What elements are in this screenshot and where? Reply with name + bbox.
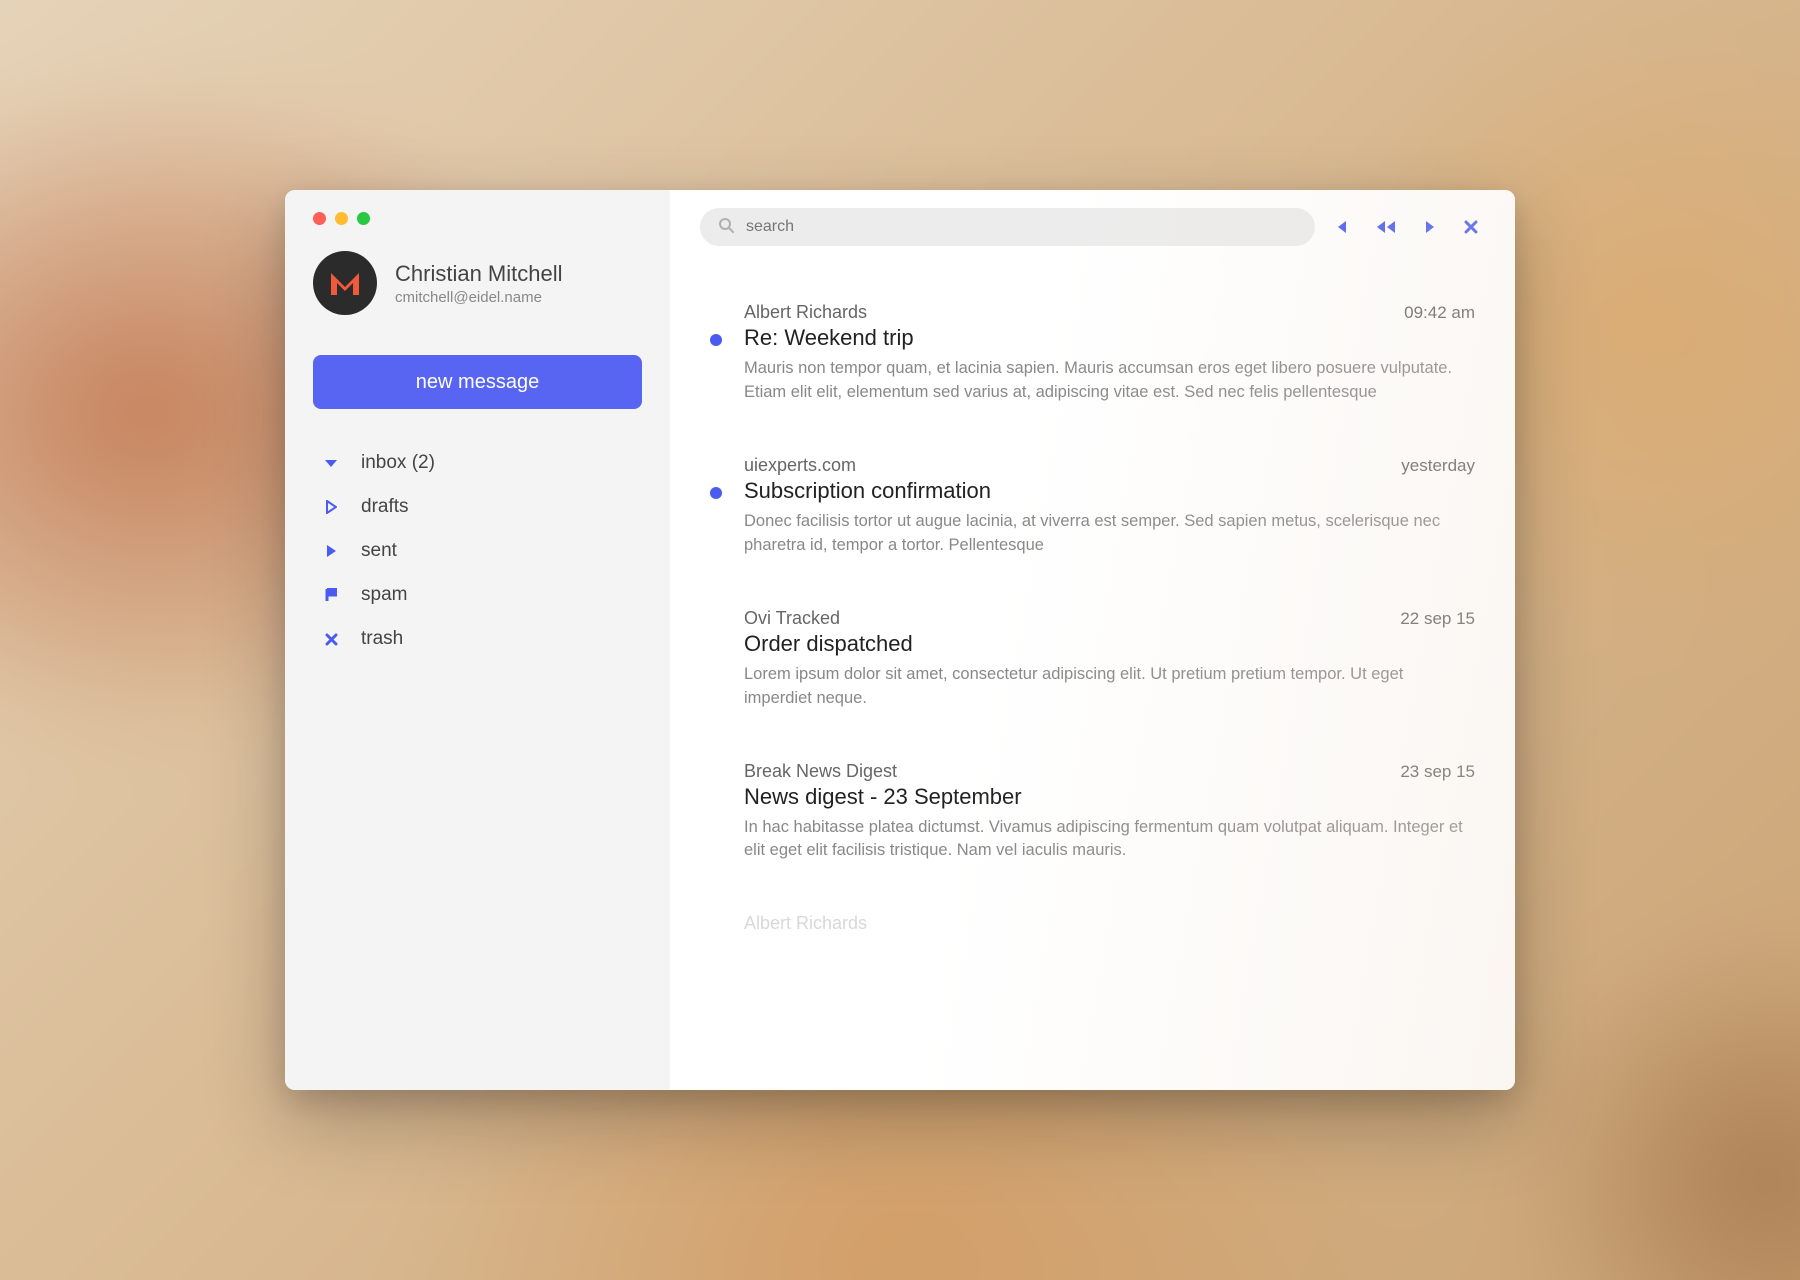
folder-inbox[interactable]: inbox (2) [323, 441, 642, 485]
message-sender: Albert Richards [744, 302, 867, 323]
avatar [313, 251, 377, 315]
message-time: 09:42 am [1404, 303, 1475, 323]
message-subject: Order dispatched [744, 631, 1475, 657]
window-controls [313, 212, 642, 225]
unread-indicator-icon [710, 487, 722, 499]
x-icon [323, 633, 339, 646]
folder-list: inbox (2) drafts sent spam [313, 441, 642, 661]
caret-down-icon [323, 456, 339, 470]
topbar [670, 190, 1515, 256]
close-window-button[interactable] [313, 212, 326, 225]
unread-indicator-icon [710, 945, 722, 957]
search-field[interactable] [700, 208, 1315, 246]
message-list: Albert Richards 09:42 am Re: Weekend tri… [670, 256, 1515, 1090]
message-sender: Break News Digest [744, 761, 897, 782]
message-item[interactable]: Albert Richards [710, 891, 1475, 985]
message-preview: Lorem ipsum dolor sit amet, consectetur … [744, 663, 1475, 711]
next-button[interactable] [1423, 219, 1437, 235]
unread-indicator-icon [710, 793, 722, 805]
prev-button[interactable] [1335, 219, 1349, 235]
triangle-right-icon [323, 544, 339, 558]
message-time: 22 sep 15 [1400, 609, 1475, 629]
new-message-button[interactable]: new message [313, 355, 642, 409]
message-sender: Ovi Tracked [744, 608, 840, 629]
folder-label: trash [361, 628, 403, 650]
message-time: 23 sep 15 [1400, 762, 1475, 782]
message-item[interactable]: Albert Richards 09:42 am Re: Weekend tri… [710, 280, 1475, 433]
message-time: yesterday [1401, 456, 1475, 476]
profile-block: Christian Mitchell cmitchell@eidel.name [313, 251, 642, 315]
unread-indicator-icon [710, 334, 722, 346]
search-icon [718, 217, 734, 238]
folder-label: sent [361, 540, 397, 562]
message-preview: Donec facilisis tortor ut augue lacinia,… [744, 510, 1475, 558]
folder-sent[interactable]: sent [323, 529, 642, 573]
minimize-window-button[interactable] [335, 212, 348, 225]
folder-label: spam [361, 584, 407, 606]
message-item[interactable]: Ovi Tracked 22 sep 15 Order dispatched L… [710, 586, 1475, 739]
mail-app-window: Christian Mitchell cmitchell@eidel.name … [285, 190, 1515, 1090]
folder-trash[interactable]: trash [323, 617, 642, 661]
rewind-button[interactable] [1375, 219, 1397, 235]
close-button[interactable] [1463, 219, 1479, 235]
folder-label: drafts [361, 496, 409, 518]
triangle-right-outline-icon [323, 500, 339, 514]
message-item[interactable]: Break News Digest 23 sep 15 News digest … [710, 739, 1475, 892]
search-input[interactable] [746, 218, 1297, 236]
folder-spam[interactable]: spam [323, 573, 642, 617]
message-pane: Albert Richards 09:42 am Re: Weekend tri… [670, 190, 1515, 1090]
folder-label: inbox (2) [361, 452, 435, 474]
message-item[interactable]: uiexperts.com yesterday Subscription con… [710, 433, 1475, 586]
folder-drafts[interactable]: drafts [323, 485, 642, 529]
message-sender: Albert Richards [744, 913, 867, 934]
unread-indicator-icon [710, 640, 722, 652]
message-preview: In hac habitasse platea dictumst. Vivamu… [744, 816, 1475, 864]
flag-icon [323, 588, 339, 602]
message-subject: Re: Weekend trip [744, 325, 1475, 351]
message-sender: uiexperts.com [744, 455, 856, 476]
nav-icons [1335, 219, 1485, 235]
user-email: cmitchell@eidel.name [395, 289, 563, 306]
message-subject: Subscription confirmation [744, 478, 1475, 504]
maximize-window-button[interactable] [357, 212, 370, 225]
user-name: Christian Mitchell [395, 261, 563, 287]
sidebar: Christian Mitchell cmitchell@eidel.name … [285, 190, 670, 1090]
message-subject: News digest - 23 September [744, 784, 1475, 810]
app-logo-icon [327, 265, 363, 301]
message-preview: Mauris non tempor quam, et lacinia sapie… [744, 357, 1475, 405]
